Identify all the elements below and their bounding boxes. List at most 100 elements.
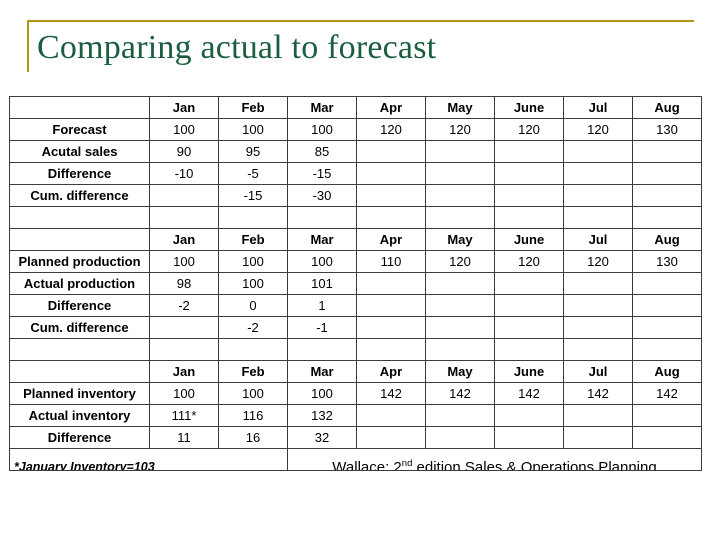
column-header-apr: Apr	[356, 228, 426, 251]
data-cell	[149, 316, 219, 339]
data-cell: 120	[356, 118, 426, 141]
data-cell	[356, 140, 426, 163]
data-cell: 100	[218, 272, 288, 295]
data-cell	[563, 404, 633, 427]
data-cell	[356, 294, 426, 317]
data-cell	[563, 426, 633, 449]
data-cell: 1	[287, 294, 357, 317]
column-header-apr: Apr	[356, 96, 426, 119]
data-cell: -30	[287, 184, 357, 207]
row-label-cell: Planned production	[9, 250, 150, 273]
spacer-cell	[218, 338, 288, 361]
data-cell: 116	[218, 404, 288, 427]
data-cell	[632, 140, 702, 163]
table-row: Forecast 100 100 100 120 120 120 120 130	[9, 118, 702, 141]
column-header-jul: Jul	[563, 360, 633, 383]
data-cell	[494, 184, 564, 207]
column-header-feb: Feb	[218, 96, 288, 119]
data-cell: 120	[494, 118, 564, 141]
data-cell	[356, 162, 426, 185]
spacer-cell	[9, 206, 150, 229]
data-cell	[356, 184, 426, 207]
citation-ordinal-suffix: nd	[401, 458, 413, 469]
data-cell: 100	[149, 118, 219, 141]
data-cell	[563, 162, 633, 185]
column-header-jan: Jan	[149, 96, 219, 119]
data-cell: 100	[149, 250, 219, 273]
data-cell: 142	[356, 382, 426, 405]
row-label-cell: Actual inventory	[9, 404, 150, 427]
comparison-spreadsheet: Jan Feb Mar Apr May June Jul Aug Forecast 100 100 1…	[9, 96, 702, 471]
column-header-feb: Feb	[218, 360, 288, 383]
header-corner-cell	[9, 360, 150, 383]
data-cell	[494, 404, 564, 427]
data-cell	[149, 184, 219, 207]
title-rule-horizontal	[27, 20, 694, 22]
column-header-mar: Mar	[287, 96, 357, 119]
table-row: Actual inventory 111* 116 132	[9, 404, 702, 427]
data-cell: 0	[218, 294, 288, 317]
data-cell: 100	[218, 382, 288, 405]
table-header-row-inventory: Jan Feb Mar Apr May June Jul Aug	[9, 360, 702, 383]
table-row: Difference -10 -5 -15	[9, 162, 702, 185]
data-cell: 142	[425, 382, 495, 405]
data-cell: 120	[425, 118, 495, 141]
data-cell	[632, 272, 702, 295]
spacer-row	[9, 206, 702, 229]
data-cell: 11	[149, 426, 219, 449]
spacer-cell	[356, 338, 426, 361]
spacer-cell	[425, 338, 495, 361]
citation-cell: Wallace: 2nd edition Sales & Operations …	[287, 448, 702, 471]
row-label-cell: Difference	[9, 162, 150, 185]
data-cell	[425, 272, 495, 295]
table-header-row-sales: Jan Feb Mar Apr May June Jul Aug	[9, 96, 702, 119]
data-cell: 100	[287, 382, 357, 405]
data-cell	[356, 404, 426, 427]
table-row: Acutal sales 90 95 85	[9, 140, 702, 163]
table-row: Difference 11 16 32	[9, 426, 702, 449]
spacer-cell	[563, 338, 633, 361]
column-header-jul: Jul	[563, 96, 633, 119]
header-corner-cell	[9, 228, 150, 251]
data-cell: 100	[218, 250, 288, 273]
data-cell: -10	[149, 162, 219, 185]
column-header-aug: Aug	[632, 96, 702, 119]
data-cell	[425, 140, 495, 163]
row-label-cell: Forecast	[9, 118, 150, 141]
data-cell	[425, 184, 495, 207]
column-header-jul: Jul	[563, 228, 633, 251]
header-corner-cell	[9, 96, 150, 119]
row-label-cell: Cum. difference	[9, 316, 150, 339]
data-cell: 32	[287, 426, 357, 449]
spacer-cell	[149, 338, 219, 361]
spacer-cell	[494, 206, 564, 229]
table-row: Actual production 98 100 101	[9, 272, 702, 295]
data-cell: -2	[149, 294, 219, 317]
column-header-june: June	[494, 228, 564, 251]
table-row: Planned inventory 100 100 100 142 142 142 142 14…	[9, 382, 702, 405]
data-cell: 130	[632, 118, 702, 141]
spacer-cell	[149, 206, 219, 229]
column-header-aug: Aug	[632, 360, 702, 383]
column-header-june: June	[494, 96, 564, 119]
data-cell	[563, 294, 633, 317]
data-cell	[425, 162, 495, 185]
page-title: Comparing actual to forecast	[37, 29, 437, 66]
data-cell: 120	[425, 250, 495, 273]
data-cell	[494, 162, 564, 185]
data-cell: 110	[356, 250, 426, 273]
spacer-cell	[287, 338, 357, 361]
column-header-may: May	[425, 96, 495, 119]
column-header-jan: Jan	[149, 228, 219, 251]
citation-book-title: Sales & Operations Planning	[464, 459, 657, 471]
data-cell: -5	[218, 162, 288, 185]
data-cell	[494, 426, 564, 449]
data-cell: 100	[149, 382, 219, 405]
spacer-cell	[563, 206, 633, 229]
citation-middle: edition	[412, 459, 465, 471]
data-cell	[425, 404, 495, 427]
data-cell	[356, 426, 426, 449]
data-cell: 100	[287, 250, 357, 273]
spacer-cell	[425, 206, 495, 229]
slide-title-area: Comparing actual to forecast	[0, 0, 720, 92]
